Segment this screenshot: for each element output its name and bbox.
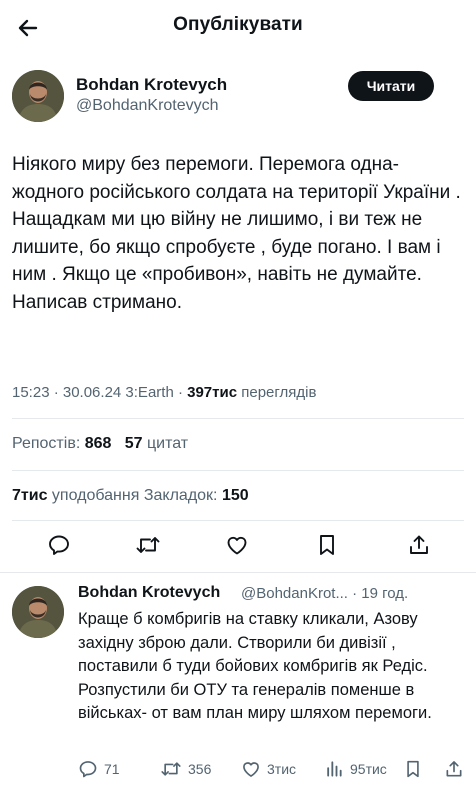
repost-icon: [136, 537, 160, 553]
share-button[interactable]: [404, 530, 434, 560]
repost-button[interactable]: [133, 530, 163, 560]
divider: [12, 520, 464, 521]
reply-author-name[interactable]: Bohdan Krotevych: [78, 584, 220, 602]
reply-icon: [79, 761, 97, 778]
repost-stats: Репостів: 868 57 цитат: [12, 435, 188, 453]
author-handle[interactable]: @BohdanKrotevych: [76, 97, 219, 115]
like-icon: [243, 762, 259, 777]
reply-icon: [49, 535, 69, 555]
like-button[interactable]: [222, 530, 252, 560]
top-bar: Опублікувати: [0, 0, 476, 56]
reply-repost-button[interactable]: 356: [160, 759, 211, 779]
reply-button[interactable]: [44, 530, 74, 560]
quotes-label[interactable]: цитат: [143, 435, 188, 452]
views-icon: [327, 761, 342, 777]
post-text: Ніякого миру без перемоги. Перемога одна…: [12, 154, 461, 313]
post-actions: [0, 530, 476, 564]
share-icon: [446, 761, 462, 777]
follow-button[interactable]: Читати: [348, 71, 434, 101]
post-meta: 15:23 · 30.06.24 3:Earth · 397тис перегл…: [12, 384, 316, 401]
divider: [12, 418, 464, 419]
like-icon: [227, 536, 247, 555]
likes-count[interactable]: 7тис: [12, 487, 47, 504]
post-time[interactable]: 15:23 · 30.06.24 3:Earth ·: [12, 384, 187, 401]
views-count: 397тис: [187, 384, 238, 401]
reply-share-button[interactable]: [444, 759, 464, 779]
divider: [12, 470, 464, 471]
bookmarks-label: Закладок:: [143, 487, 222, 504]
bookmark-icon: [407, 760, 419, 778]
quotes-count[interactable]: 57: [125, 435, 143, 452]
bookmarks-count: 150: [221, 487, 249, 504]
reposts-label: Репостів:: [12, 435, 85, 452]
share-icon: [410, 535, 428, 554]
bookmark-icon: [320, 535, 334, 555]
author-name[interactable]: Bohdan Krotevych: [76, 75, 227, 95]
reply-author-handle[interactable]: @BohdanKrot... · 19 год.: [241, 585, 408, 602]
reply-reposts-count: 356: [188, 761, 212, 777]
reply-text: Краще б комбригів на ставку кликали, Азо…: [78, 610, 432, 723]
reply-replies-count: 71: [104, 761, 120, 777]
like-stats: 7тис уподобання Закладок: 150: [12, 487, 249, 505]
reply-reply-button[interactable]: 71: [78, 759, 120, 779]
likes-label[interactable]: уподобання: [47, 487, 143, 504]
divider: [0, 572, 476, 573]
reposts-count[interactable]: 868: [85, 435, 112, 452]
reply-views-button[interactable]: 95тис: [324, 759, 387, 779]
bookmark-button[interactable]: [312, 530, 342, 560]
reply-likes-count: 3тис: [267, 761, 297, 777]
page-title: Опублікувати: [173, 14, 303, 35]
reply-avatar[interactable]: [12, 586, 64, 638]
views-label: переглядів: [237, 384, 317, 401]
reply-bookmark-button[interactable]: [404, 759, 422, 779]
repost-icon: [161, 762, 181, 776]
reply-actions: 71 356 3тис 95тис: [78, 759, 470, 781]
reply-views-count: 95тис: [350, 761, 387, 777]
reply-like-button[interactable]: 3тис: [241, 759, 296, 779]
author-avatar[interactable]: [12, 70, 64, 122]
